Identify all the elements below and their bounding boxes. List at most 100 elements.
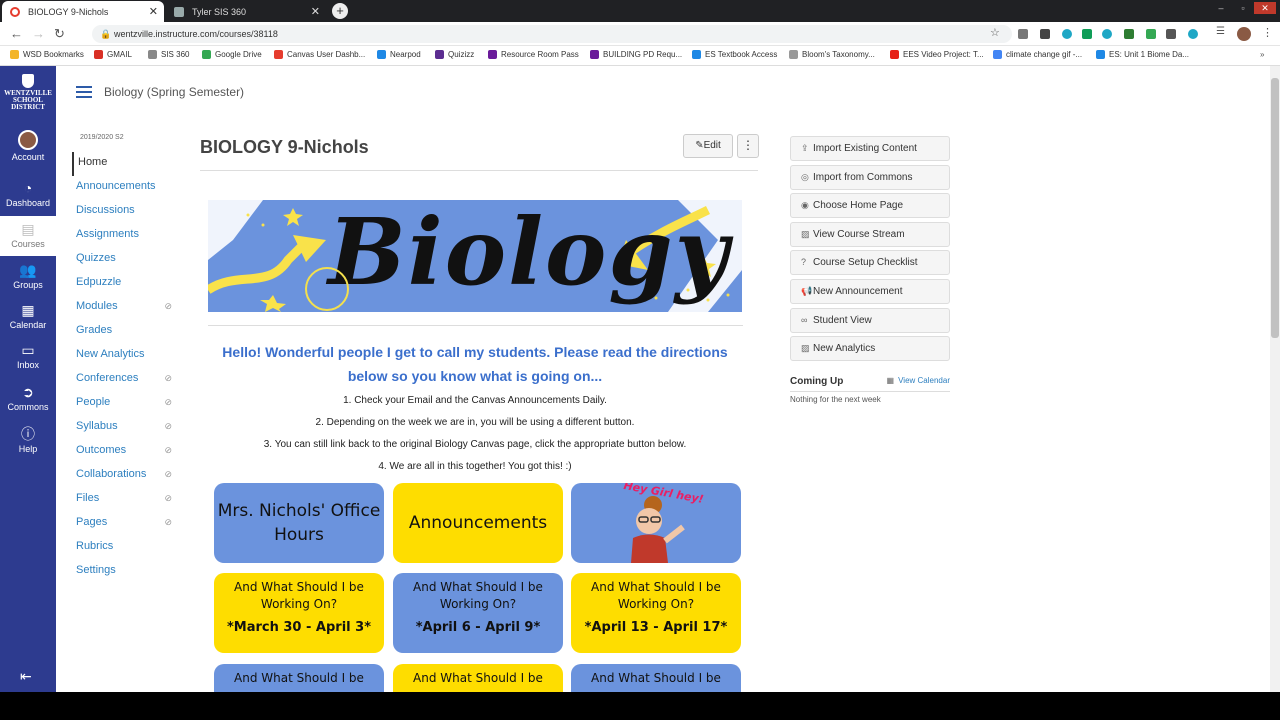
course-nav-discussions[interactable]: Discussions xyxy=(72,200,182,224)
course-nav-rubrics[interactable]: Rubrics xyxy=(72,536,182,560)
course-nav-people[interactable]: People ⊘ xyxy=(72,392,182,416)
bookmark-es-textbook[interactable]: ES Textbook Access xyxy=(692,50,777,59)
avatar xyxy=(18,130,38,150)
bookmark-es-unit1[interactable]: ES: Unit 1 Biome Da... xyxy=(1096,50,1189,59)
new-announcement-button[interactable]: 📢 New Announcement xyxy=(790,278,950,304)
bookmark-google-drive[interactable]: Google Drive xyxy=(202,50,262,59)
course-nav-edpuzzle[interactable]: Edpuzzle xyxy=(72,272,182,296)
more-vert-icon[interactable]: ⋮ xyxy=(1262,26,1273,39)
bookmark-quizizz[interactable]: Quizizz xyxy=(435,50,474,59)
course-nav-settings[interactable]: Settings xyxy=(72,560,182,584)
view-course-stream-button[interactable]: ▨ View Course Stream xyxy=(790,221,950,247)
week-card-april6[interactable]: And What Should I be Working On? *April … xyxy=(393,573,563,653)
course-nav-home[interactable]: Home xyxy=(72,152,182,176)
import-content-button[interactable]: ⇪ Import Existing Content xyxy=(790,136,950,161)
global-nav-calendar[interactable]: ▦ Calendar xyxy=(0,302,56,330)
reload-icon[interactable]: ↻ xyxy=(54,26,65,42)
bookmark-building-pd[interactable]: BUILDING PD Requ... xyxy=(590,50,682,59)
global-navigation: WENTZVILLE SCHOOL DISTRICT Account ◔ Das… xyxy=(0,66,56,692)
tab-tyler-sis[interactable]: Tyler SIS 360 ✕ xyxy=(166,1,326,22)
bookmark-resource-room[interactable]: Resource Room Pass xyxy=(488,50,579,59)
week-card-april13[interactable]: And What Should I be Working On? *April … xyxy=(571,573,741,653)
collapse-nav-icon[interactable]: ⇤ xyxy=(20,668,32,685)
extension-icon[interactable] xyxy=(1082,29,1092,39)
sis-icon xyxy=(148,50,157,59)
extension-icon[interactable] xyxy=(1102,29,1112,39)
close-icon[interactable]: ✕ xyxy=(149,5,158,18)
edit-button[interactable]: ✎Edit xyxy=(683,134,733,158)
student-view-button[interactable]: ∞ Student View xyxy=(790,307,950,333)
close-icon[interactable]: ✕ xyxy=(311,5,320,18)
week-card[interactable]: And What Should I be xyxy=(571,664,741,692)
extension-icon[interactable] xyxy=(1018,29,1028,39)
hidden-eye-icon: ⊘ xyxy=(164,517,172,527)
inbox-icon: ▭ xyxy=(21,342,35,358)
global-nav-commons[interactable]: ➲ Commons xyxy=(0,384,56,412)
course-nav-quizzes[interactable]: Quizzes xyxy=(72,248,182,272)
course-setup-checklist-button[interactable]: ? Course Setup Checklist xyxy=(790,250,950,276)
course-nav-collaborations[interactable]: Collaborations ⊘ xyxy=(72,464,182,488)
new-tab-button[interactable]: + xyxy=(332,3,348,19)
district-logo[interactable]: WENTZVILLE SCHOOL DISTRICT xyxy=(0,74,56,111)
week-card[interactable]: And What Should I be xyxy=(214,664,384,692)
url-input[interactable]: 🔒 wentzville.instructure.com/courses/381… xyxy=(92,25,1012,43)
bookmark-sis360[interactable]: SIS 360 xyxy=(148,50,189,59)
profile-avatar[interactable] xyxy=(1237,27,1251,41)
maximize-icon[interactable]: ▫ xyxy=(1232,2,1254,14)
scrollbar-thumb[interactable] xyxy=(1271,78,1279,338)
breadcrumb[interactable]: Biology (Spring Semester) xyxy=(104,85,244,99)
extension-icon[interactable] xyxy=(1188,29,1198,39)
course-nav-new-analytics[interactable]: New Analytics xyxy=(72,344,182,368)
term-label: 2019/2020 S2 xyxy=(80,134,124,141)
course-nav-outcomes[interactable]: Outcomes ⊘ xyxy=(72,440,182,464)
instruction-step: 3. You can still link back to the origin… xyxy=(263,439,687,450)
bitmoji-card[interactable]: Hey Girl hey! xyxy=(571,483,741,563)
office-hours-card[interactable]: Mrs. Nichols' Office Hours xyxy=(214,483,384,563)
back-icon[interactable]: ← xyxy=(10,26,23,41)
global-nav-dashboard[interactable]: ◔ Dashboard xyxy=(0,180,56,208)
hamburger-icon[interactable] xyxy=(76,86,92,98)
bookmarks-overflow-icon[interactable]: » xyxy=(1260,50,1264,59)
instruction-step: 2. Depending on the week we are in, you … xyxy=(315,417,635,428)
menu-list-icon[interactable]: ☰ xyxy=(1216,26,1225,37)
new-analytics-button[interactable]: ▨ New Analytics xyxy=(790,336,950,362)
global-nav-inbox[interactable]: ▭ Inbox xyxy=(0,342,56,370)
extension-icon[interactable] xyxy=(1040,29,1050,39)
bookmark-nearpod[interactable]: Nearpod xyxy=(377,50,421,59)
tab-biology[interactable]: BIOLOGY 9-Nichols ✕ xyxy=(2,1,164,22)
global-nav-groups[interactable]: 👥 Groups xyxy=(0,262,56,290)
global-nav-courses[interactable]: ▤ Courses xyxy=(0,216,56,256)
course-nav-pages[interactable]: Pages ⊘ xyxy=(72,512,182,536)
extension-icon[interactable] xyxy=(1166,29,1176,39)
bookmark-climate-gif[interactable]: climate change gif -... xyxy=(993,50,1082,59)
import-commons-button[interactable]: ◎ Import from Commons xyxy=(790,164,950,190)
view-calendar-link[interactable]: ▦ View Calendar xyxy=(887,376,950,385)
bookmark-canvas-dashboard[interactable]: Canvas User Dashb... xyxy=(274,50,365,59)
more-options-button[interactable]: ⋮ xyxy=(737,134,759,158)
course-nav-assignments[interactable]: Assignments xyxy=(72,224,182,248)
course-nav-conferences[interactable]: Conferences ⊘ xyxy=(72,368,182,392)
course-nav-announcements[interactable]: Announcements xyxy=(72,176,182,200)
course-nav-syllabus[interactable]: Syllabus ⊘ xyxy=(72,416,182,440)
bookmark-gmail[interactable]: GMAIL xyxy=(94,50,132,59)
extension-icon[interactable] xyxy=(1124,29,1134,39)
bookmark-blooms[interactable]: Bloom's Taxonomy... xyxy=(789,50,875,59)
course-nav-files[interactable]: Files ⊘ xyxy=(72,488,182,512)
window-close-icon[interactable]: ✕ xyxy=(1254,2,1276,14)
choose-home-page-button[interactable]: ◉ Choose Home Page xyxy=(790,193,950,219)
bookmark-wsd[interactable]: WSD Bookmarks xyxy=(10,50,84,59)
global-nav-account[interactable]: Account xyxy=(0,130,56,162)
bookmark-ees-video[interactable]: EES Video Project: T... xyxy=(890,50,984,59)
star-icon[interactable]: ☆ xyxy=(990,26,1000,39)
week-card-march30[interactable]: And What Should I be Working On? *March … xyxy=(214,573,384,653)
course-nav-grades[interactable]: Grades xyxy=(72,320,182,344)
extension-icon[interactable] xyxy=(1146,29,1156,39)
week-card[interactable]: And What Should I be xyxy=(393,664,563,692)
global-nav-help[interactable]: ⓘ Help xyxy=(0,426,56,454)
minimize-icon[interactable]: – xyxy=(1210,2,1232,14)
hidden-eye-icon: ⊘ xyxy=(164,445,172,455)
announcements-card[interactable]: Announcements xyxy=(393,483,563,563)
extension-icon[interactable] xyxy=(1062,29,1072,39)
course-nav-modules[interactable]: Modules ⊘ xyxy=(72,296,182,320)
forward-icon[interactable]: → xyxy=(32,26,45,41)
